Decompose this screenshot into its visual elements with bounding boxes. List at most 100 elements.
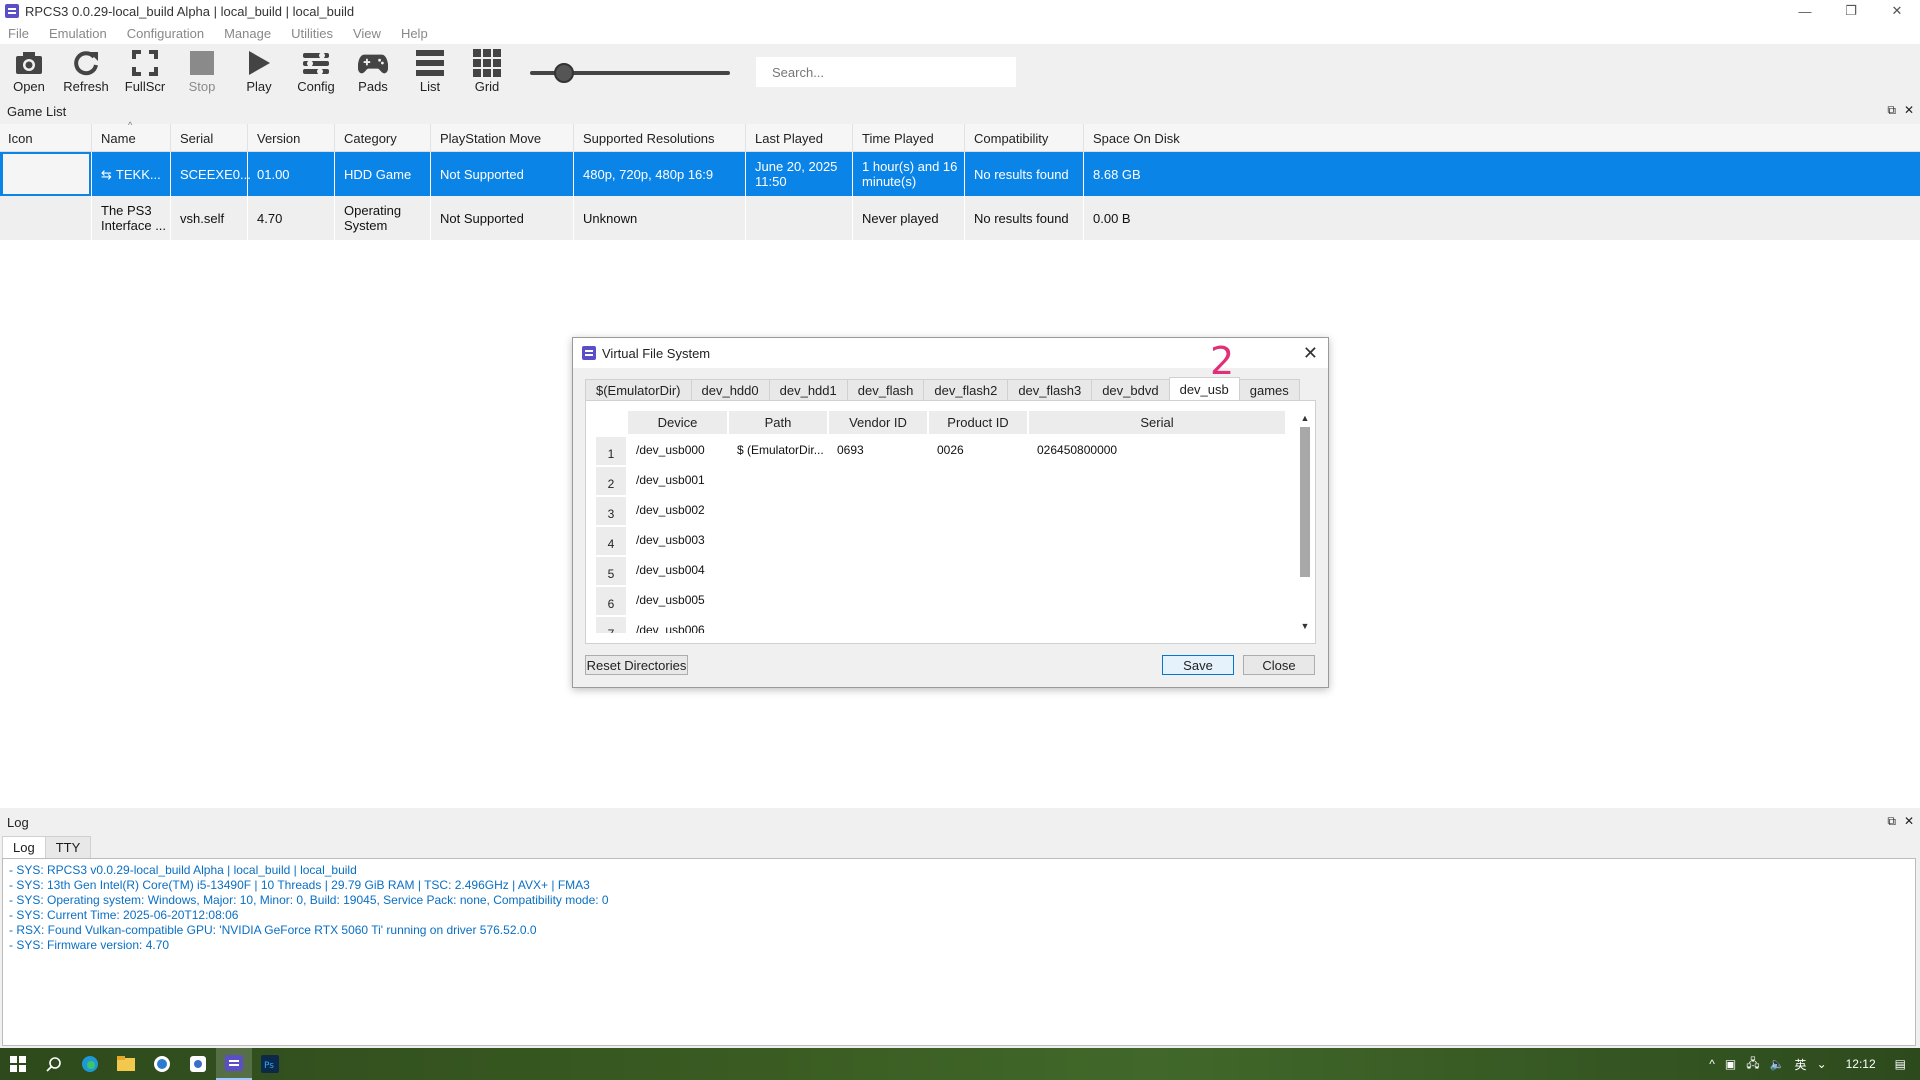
log-output[interactable]: - SYS: RPCS3 v0.0.29-local_build Alpha |… [2,858,1916,1046]
list-view-button[interactable]: List [402,48,458,100]
pads-button[interactable]: Pads [345,48,401,100]
tab-dev-bdvd[interactable]: dev_bdvd [1091,379,1170,401]
vfs-tabs: $(EmulatorDir) dev_hdd0 dev_hdd1 dev_fla… [585,377,1300,401]
volume-icon[interactable]: 🔈 [1770,1057,1785,1071]
game-app-icon[interactable] [180,1048,216,1080]
close-icon[interactable]: ✕ [1303,343,1318,364]
close-icon[interactable]: ✕ [1904,814,1914,829]
usb-device[interactable]: /dev_usb002 [628,495,728,525]
grid-label: Grid [474,79,500,94]
scroll-up-icon[interactable]: ▲ [1298,411,1312,425]
tab-tty[interactable]: TTY [44,836,92,858]
column-header-product-id[interactable]: Product ID [929,411,1028,434]
search-icon[interactable] [36,1048,72,1080]
rpcs3-taskbar-icon[interactable] [216,1048,252,1080]
play-button[interactable]: Play [231,48,287,100]
search-input[interactable]: Search... [756,57,1016,87]
usb-device[interactable]: /dev_usb006 [628,615,728,633]
tab-emulator-dir[interactable]: $(EmulatorDir) [585,379,692,401]
usb-device[interactable]: /dev_usb005 [628,585,728,615]
clock[interactable]: 12:12 [1846,1057,1876,1071]
fullscreen-button[interactable]: FullScr [117,48,173,100]
menu-file[interactable]: File [6,26,31,41]
table-row[interactable]: The PS3 Interface ... vsh.self 4.70 Oper… [0,196,1920,240]
column-header-serial[interactable]: Serial [1029,411,1286,434]
vertical-scrollbar[interactable]: ▲ ▼ [1298,411,1312,633]
column-header-serial[interactable]: Serial [172,124,248,152]
nvidia-tray-icon[interactable]: ▣ [1725,1057,1736,1071]
icon-size-slider[interactable] [530,63,730,83]
usb-serial[interactable]: 026450800000 [1029,435,1286,465]
chevron-up-icon[interactable]: ^ [1709,1057,1715,1071]
list-label: List [419,79,441,94]
tab-games[interactable]: games [1238,379,1300,401]
network-icon[interactable]: 🖧 [1746,1054,1759,1075]
restore-button[interactable]: ❐ [1828,0,1874,22]
usb-device[interactable]: /dev_usb000 [628,435,728,465]
column-header-category[interactable]: Category [336,124,431,152]
column-header-time-played[interactable]: Time Played [854,124,965,152]
usb-device[interactable]: /dev_usb003 [628,525,728,555]
slider-handle[interactable] [554,63,574,83]
log-line: - SYS: Firmware version: 4.70 [9,938,170,952]
close-button[interactable]: Close [1243,655,1315,675]
table-row[interactable]: ⇆ TEKK... SCEEXE0... 01.00 HDD Game Not S… [0,152,1920,196]
ime-indicator[interactable]: 英 [1795,1056,1807,1073]
close-window-button[interactable]: ✕ [1874,0,1920,22]
stop-button[interactable]: Stop [174,48,230,100]
reset-directories-button[interactable]: Reset Directories [585,655,688,675]
chat-app-icon[interactable] [144,1048,180,1080]
column-header-last-played[interactable]: Last Played [747,124,853,152]
usb-vendor-id[interactable]: 0693 [829,435,928,465]
notification-icon[interactable]: ▤ [1895,1057,1906,1071]
menu-utilities[interactable]: Utilities [289,26,335,41]
tab-dev-hdd1[interactable]: dev_hdd1 [768,379,848,401]
minimize-button[interactable]: — [1782,0,1828,22]
tab-log[interactable]: Log [2,836,46,858]
float-icon[interactable]: ⧉ [1887,814,1896,829]
menu-manage[interactable]: Manage [222,26,273,41]
usb-path[interactable]: $ (EmulatorDir... [729,435,828,465]
close-icon[interactable]: ✕ [1904,103,1914,118]
column-header-compatibility[interactable]: Compatibility [966,124,1084,152]
column-header-move[interactable]: PlayStation Move [432,124,574,152]
config-button[interactable]: Config [288,48,344,100]
chevron-icon[interactable]: ⌄ [1817,1057,1827,1071]
float-icon[interactable]: ⧉ [1887,103,1896,118]
tab-dev-flash2[interactable]: dev_flash2 [923,379,1009,401]
refresh-button[interactable]: Refresh [58,48,114,100]
tab-dev-flash3[interactable]: dev_flash3 [1007,379,1093,401]
column-header-resolutions[interactable]: Supported Resolutions [575,124,746,152]
tab-dev-flash[interactable]: dev_flash [846,379,925,401]
save-button[interactable]: Save [1162,655,1234,675]
open-button[interactable]: Open [1,48,57,100]
menu-view[interactable]: View [351,26,383,41]
game-last-played [747,196,853,240]
usb-device[interactable]: /dev_usb004 [628,555,728,585]
game-serial: vsh.self [172,196,248,240]
tab-dev-hdd0[interactable]: dev_hdd0 [690,379,770,401]
column-header-space[interactable]: Space On Disk [1085,124,1920,152]
game-name: The PS3 Interface ... [93,196,171,240]
game-version: 4.70 [249,196,335,240]
menu-emulation[interactable]: Emulation [47,26,109,41]
column-header-vendor-id[interactable]: Vendor ID [829,411,928,434]
column-header-icon[interactable]: Icon [0,124,92,152]
edge-browser-icon[interactable] [72,1048,108,1080]
column-header-version[interactable]: Version [249,124,335,152]
column-header-path[interactable]: Path [729,411,828,434]
grid-view-button[interactable]: Grid [459,48,515,100]
file-explorer-icon[interactable] [108,1048,144,1080]
game-move: Not Supported [432,152,574,196]
grid-icon [472,48,502,78]
scrollbar-thumb[interactable] [1300,427,1310,577]
usb-product-id[interactable]: 0026 [929,435,1028,465]
menu-configuration[interactable]: Configuration [125,26,206,41]
scroll-down-icon[interactable]: ▼ [1298,619,1312,633]
photoshop-icon[interactable]: Ps [252,1048,288,1080]
windows-start-icon[interactable] [0,1048,36,1080]
menu-help[interactable]: Help [399,26,430,41]
column-header-device[interactable]: Device [628,411,728,434]
usb-device[interactable]: /dev_usb001 [628,465,728,495]
tab-dev-usb[interactable]: dev_usb [1168,377,1240,401]
